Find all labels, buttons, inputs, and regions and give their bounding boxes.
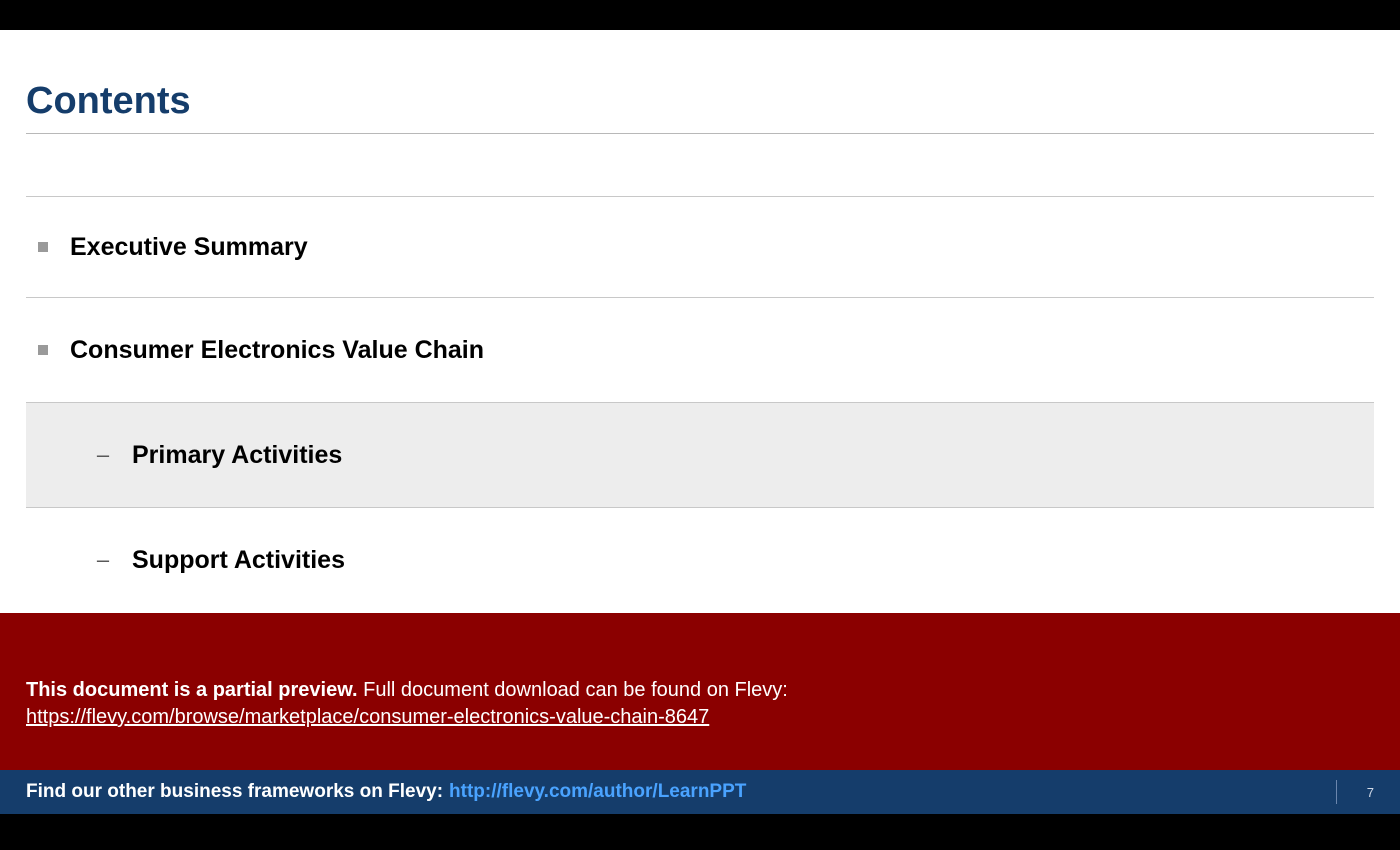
preview-banner: This document is a partial preview. Full… bbox=[0, 613, 1400, 770]
toc-item-executive-summary: Executive Summary bbox=[26, 197, 1374, 297]
toc-item-label: Executive Summary bbox=[70, 233, 308, 262]
footer-divider bbox=[1336, 780, 1337, 804]
slide-title: Contents bbox=[26, 80, 1374, 129]
preview-link[interactable]: https://flevy.com/browse/marketplace/con… bbox=[26, 704, 1374, 731]
page-number: 7 bbox=[1367, 785, 1374, 800]
square-bullet-icon bbox=[38, 242, 48, 252]
slide: Contents Executive Summary Consumer Elec… bbox=[0, 30, 1400, 770]
toc-subitem-support-activities: – Support Activities bbox=[26, 508, 1374, 612]
footer-link[interactable]: http://flevy.com/author/LearnPPT bbox=[449, 781, 746, 803]
dash-bullet-icon: – bbox=[94, 547, 112, 573]
preview-rest: Full document download can be found on F… bbox=[358, 679, 788, 701]
toc-item-label: Consumer Electronics Value Chain bbox=[70, 336, 484, 365]
toc-item-label: Support Activities bbox=[132, 546, 345, 575]
dash-bullet-icon: – bbox=[94, 442, 112, 468]
page-number-wrap: 7 bbox=[1336, 770, 1374, 814]
content-area: Executive Summary Consumer Electronics V… bbox=[0, 134, 1400, 612]
preview-text-line: This document is a partial preview. Full… bbox=[26, 677, 1374, 704]
footer-bar: Find our other business frameworks on Fl… bbox=[0, 770, 1400, 814]
preview-lead: This document is a partial preview. bbox=[26, 679, 358, 701]
title-block: Contents bbox=[0, 30, 1400, 134]
toc-item-value-chain: Consumer Electronics Value Chain bbox=[26, 298, 1374, 402]
toc-subitem-primary-activities: – Primary Activities bbox=[26, 403, 1374, 507]
toc-item-label: Primary Activities bbox=[132, 441, 342, 470]
square-bullet-icon bbox=[38, 345, 48, 355]
footer-prefix: Find our other business frameworks on Fl… bbox=[26, 781, 443, 803]
